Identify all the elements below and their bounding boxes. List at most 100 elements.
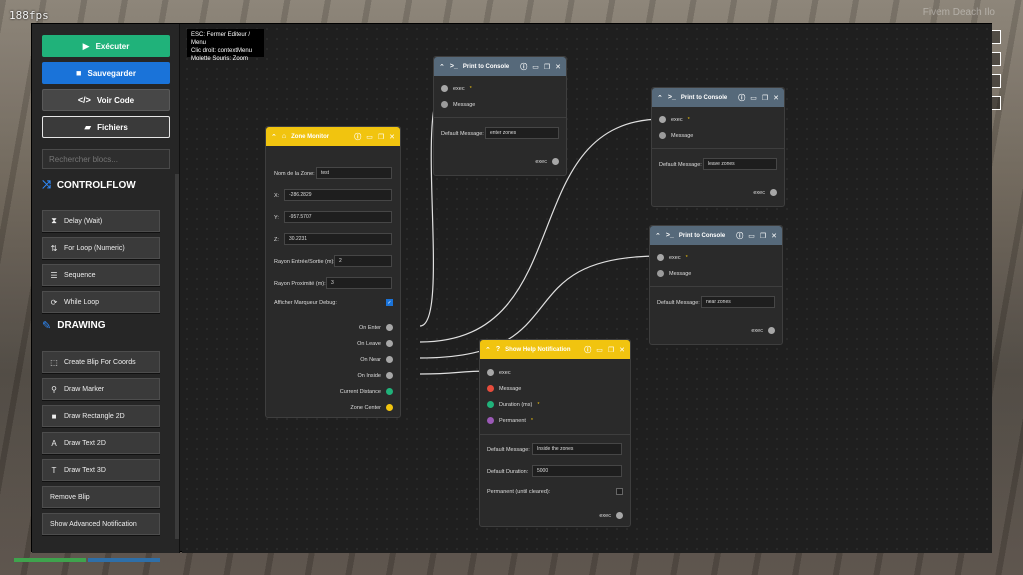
pin-exec-in[interactable]: exec * bbox=[657, 254, 688, 261]
pin-on-enter[interactable]: On Enter bbox=[359, 324, 393, 331]
category-controlflow[interactable]: ⤨ CONTROLFLOW bbox=[42, 176, 136, 194]
collapse-icon[interactable]: ⌃ bbox=[485, 346, 491, 354]
default-message-input[interactable]: enter zones bbox=[485, 127, 559, 139]
pin-exec-in[interactable]: exec bbox=[487, 369, 511, 376]
pin-message-in[interactable]: Message bbox=[659, 132, 693, 139]
block-delay-wait[interactable]: ⧗ Delay (Wait) bbox=[42, 210, 160, 232]
duplicate-icon[interactable]: ❐ bbox=[378, 133, 384, 141]
pin-exec-in[interactable]: exec * bbox=[441, 85, 472, 92]
pin-on-leave[interactable]: On Leave bbox=[357, 340, 393, 347]
pin-on-inside[interactable]: On Inside bbox=[357, 372, 393, 379]
save-button[interactable]: ■ Sauvegarder bbox=[42, 62, 170, 84]
string-pin-icon[interactable] bbox=[659, 132, 666, 139]
category-drawing[interactable]: ✎ DRAWING bbox=[42, 316, 106, 334]
collapse-icon[interactable]: ⌃ bbox=[439, 63, 445, 71]
number-pin-icon[interactable] bbox=[386, 388, 393, 395]
pin-permanent-in[interactable]: Permanent * bbox=[487, 417, 533, 424]
block-while-loop[interactable]: ⟳ While Loop bbox=[42, 291, 160, 313]
default-duration-input[interactable]: 5000 bbox=[532, 465, 622, 477]
pin-exec-in[interactable]: exec * bbox=[659, 116, 690, 123]
node-header[interactable]: ⌃ >_ Print to Console ⓘ ▭ ❐ ✕ bbox=[652, 88, 784, 107]
block-draw-text-3d[interactable]: T Draw Text 3D bbox=[42, 459, 160, 481]
number-pin-icon[interactable] bbox=[487, 401, 494, 408]
duplicate-icon[interactable]: ❐ bbox=[608, 346, 614, 354]
exec-pin-icon[interactable] bbox=[657, 254, 664, 261]
zone-x-input[interactable]: -286.2829 bbox=[284, 189, 392, 201]
block-sequence[interactable]: ☰ Sequence bbox=[42, 264, 160, 286]
exec-pin-icon[interactable] bbox=[770, 189, 777, 196]
exec-pin-icon[interactable] bbox=[386, 324, 393, 331]
block-show-advanced-notification[interactable]: Show Advanced Notification bbox=[42, 513, 160, 535]
pin-exec-out[interactable]: exec bbox=[535, 158, 559, 165]
node-header[interactable]: ⌃ >_ Print to Console ⓘ ▭ ❐ ✕ bbox=[434, 57, 566, 76]
node-print-console-1[interactable]: ⌃ >_ Print to Console ⓘ ▭ ❐ ✕ exec * Mess… bbox=[433, 56, 567, 176]
close-icon[interactable]: ✕ bbox=[773, 94, 779, 102]
exec-pin-icon[interactable] bbox=[768, 327, 775, 334]
node-zone-monitor[interactable]: ⌃ ⌂ Zone Monitor ⓘ ▭ ❐ ✕ Nom de la Zone:… bbox=[265, 126, 401, 418]
close-icon[interactable]: ✕ bbox=[771, 232, 777, 240]
comment-icon[interactable]: ▭ bbox=[750, 94, 757, 102]
comment-icon[interactable]: ▭ bbox=[366, 133, 373, 141]
pin-exec-out[interactable]: exec bbox=[751, 327, 775, 334]
node-canvas[interactable]: ESC: Fermer Editeur / Menu Clic droit: c… bbox=[182, 24, 992, 553]
collapse-icon[interactable]: ⌃ bbox=[657, 94, 663, 102]
close-icon[interactable]: ✕ bbox=[389, 133, 395, 141]
zone-radius-input[interactable]: 2 bbox=[334, 255, 392, 267]
execute-button[interactable]: ▶ Exécuter bbox=[42, 35, 170, 57]
info-icon[interactable]: ⓘ bbox=[736, 231, 743, 241]
vector-pin-icon[interactable] bbox=[386, 404, 393, 411]
node-show-help-notification[interactable]: ⌃ ? Show Help Notification ⓘ ▭ ❐ ✕ exec … bbox=[479, 339, 631, 527]
string-pin-icon[interactable] bbox=[657, 270, 664, 277]
collapse-icon[interactable]: ⌃ bbox=[655, 232, 661, 240]
string-pin-icon[interactable] bbox=[487, 385, 494, 392]
view-code-button[interactable]: </> Voir Code bbox=[42, 89, 170, 111]
files-button[interactable]: ▰ Fichiers bbox=[42, 116, 170, 138]
comment-icon[interactable]: ▭ bbox=[748, 232, 755, 240]
permanent-checkbox[interactable] bbox=[616, 488, 623, 495]
exec-pin-icon[interactable] bbox=[659, 116, 666, 123]
duplicate-icon[interactable]: ❐ bbox=[544, 63, 550, 71]
pin-message-in[interactable]: Message bbox=[657, 270, 691, 277]
exec-pin-icon[interactable] bbox=[487, 369, 494, 376]
comment-icon[interactable]: ▭ bbox=[596, 346, 603, 354]
default-message-input[interactable]: Inside the zones bbox=[532, 443, 622, 455]
close-icon[interactable]: ✕ bbox=[555, 63, 561, 71]
block-draw-text-2d[interactable]: A Draw Text 2D bbox=[42, 432, 160, 454]
comment-icon[interactable]: ▭ bbox=[532, 63, 539, 71]
string-pin-icon[interactable] bbox=[441, 101, 448, 108]
search-input[interactable] bbox=[42, 149, 170, 169]
close-icon[interactable]: ✕ bbox=[619, 346, 625, 354]
duplicate-icon[interactable]: ❐ bbox=[760, 232, 766, 240]
debug-marker-checkbox[interactable]: ✓ bbox=[386, 299, 393, 306]
block-remove-blip[interactable]: Remove Blip bbox=[42, 486, 160, 508]
boolean-pin-icon[interactable] bbox=[487, 417, 494, 424]
block-create-blip[interactable]: ⬚ Create Blip For Coords bbox=[42, 351, 160, 373]
pin-on-near[interactable]: On Near bbox=[360, 356, 393, 363]
node-print-console-2[interactable]: ⌃ >_ Print to Console ⓘ ▭ ❐ ✕ exec * Mess… bbox=[651, 87, 785, 207]
exec-pin-icon[interactable] bbox=[441, 85, 448, 92]
duplicate-icon[interactable]: ❐ bbox=[762, 94, 768, 102]
zone-y-input[interactable]: -957.5707 bbox=[284, 211, 392, 223]
exec-pin-icon[interactable] bbox=[386, 340, 393, 347]
pin-exec-out[interactable]: exec bbox=[599, 512, 623, 519]
zone-proximity-input[interactable]: 3 bbox=[326, 277, 392, 289]
sidebar-scrollbar[interactable] bbox=[175, 174, 179, 539]
node-header[interactable]: ⌃ ? Show Help Notification ⓘ ▭ ❐ ✕ bbox=[480, 340, 630, 359]
exec-pin-icon[interactable] bbox=[552, 158, 559, 165]
default-message-input[interactable]: leave zones bbox=[703, 158, 777, 170]
block-draw-marker[interactable]: ⚲ Draw Marker bbox=[42, 378, 160, 400]
pin-duration-in[interactable]: Duration (ms) * bbox=[487, 401, 539, 408]
pin-current-distance[interactable]: Current Distance bbox=[340, 388, 393, 395]
pin-message-in[interactable]: Message bbox=[487, 385, 521, 392]
exec-pin-icon[interactable] bbox=[386, 372, 393, 379]
info-icon[interactable]: ⓘ bbox=[584, 345, 591, 355]
pin-exec-out[interactable]: exec bbox=[753, 189, 777, 196]
pin-zone-center[interactable]: Zone Center bbox=[350, 404, 393, 411]
exec-pin-icon[interactable] bbox=[616, 512, 623, 519]
exec-pin-icon[interactable] bbox=[386, 356, 393, 363]
default-message-input[interactable]: near zones bbox=[701, 296, 775, 308]
node-header[interactable]: ⌃ >_ Print to Console ⓘ ▭ ❐ ✕ bbox=[650, 226, 782, 245]
block-for-loop[interactable]: ⇅ For Loop (Numeric) bbox=[42, 237, 160, 259]
info-icon[interactable]: ⓘ bbox=[738, 93, 745, 103]
collapse-icon[interactable]: ⌃ bbox=[271, 133, 277, 141]
